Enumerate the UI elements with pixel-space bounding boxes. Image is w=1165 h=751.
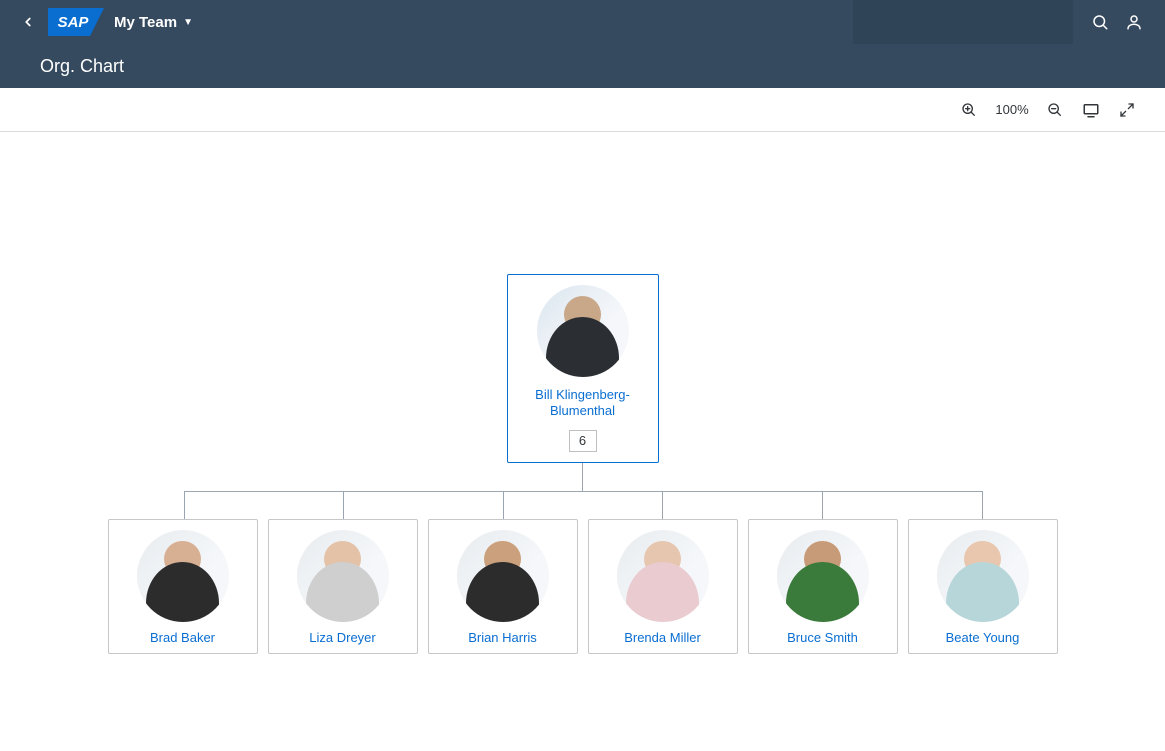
connector-bus <box>184 491 982 519</box>
avatar <box>137 530 229 622</box>
org-node-report[interactable]: Liza Dreyer <box>268 519 418 654</box>
shell-menu-label: My Team <box>114 14 177 31</box>
fit-screen-button[interactable] <box>1081 100 1101 120</box>
chevron-left-icon <box>21 15 35 29</box>
org-node-report[interactable]: Brad Baker <box>108 519 258 654</box>
zoom-in-button[interactable] <box>959 100 979 120</box>
avatar <box>537 285 629 377</box>
org-node-report[interactable]: Brenda Miller <box>588 519 738 654</box>
avatar <box>937 530 1029 622</box>
person-name: Brenda Miller <box>624 630 701 645</box>
user-button[interactable] <box>1117 5 1151 39</box>
org-node-manager[interactable]: Bill Klingenberg-Blumenthal 6 <box>507 274 659 463</box>
org-node-report[interactable]: Bruce Smith <box>748 519 898 654</box>
avatar <box>297 530 389 622</box>
expand-icon <box>1119 102 1135 118</box>
page-title: Org. Chart <box>40 56 124 77</box>
zoom-level-label: 100% <box>995 102 1029 117</box>
zoom-in-icon <box>961 102 977 118</box>
sap-logo: SAP <box>48 8 104 36</box>
chart-toolbar: 100% <box>0 88 1165 132</box>
connector-line <box>582 463 583 491</box>
avatar <box>617 530 709 622</box>
org-node-report[interactable]: Beate Young <box>908 519 1058 654</box>
back-button[interactable] <box>14 8 42 36</box>
zoom-out-button[interactable] <box>1045 100 1065 120</box>
org-node-report[interactable]: Brian Harris <box>428 519 578 654</box>
shell-menu-my-team[interactable]: My Team ▼ <box>114 14 193 31</box>
person-icon <box>1125 13 1143 31</box>
avatar <box>777 530 869 622</box>
person-name: Bruce Smith <box>787 630 858 645</box>
fullscreen-button[interactable] <box>1117 100 1137 120</box>
screen-icon <box>1082 101 1100 119</box>
search-button[interactable] <box>1083 5 1117 39</box>
person-name: Brad Baker <box>150 630 215 645</box>
reports-row: Brad Baker Liza Dreyer Brian Harris Bren… <box>108 519 1058 654</box>
person-name: Brian Harris <box>468 630 537 645</box>
shell-inactive-region <box>853 0 1073 44</box>
shell-header: SAP My Team ▼ <box>0 0 1165 44</box>
page-header: Org. Chart <box>0 44 1165 88</box>
person-name: Liza Dreyer <box>309 630 375 645</box>
direct-reports-badge[interactable]: 6 <box>569 430 597 452</box>
org-chart: Bill Klingenberg-Blumenthal 6 Brad Baker… <box>108 274 1058 654</box>
caret-down-icon: ▼ <box>183 17 193 28</box>
search-icon <box>1091 13 1109 31</box>
org-chart-canvas[interactable]: Bill Klingenberg-Blumenthal 6 Brad Baker… <box>0 132 1165 751</box>
zoom-out-icon <box>1047 102 1063 118</box>
avatar <box>457 530 549 622</box>
person-name: Beate Young <box>946 630 1020 645</box>
person-name: Bill Klingenberg-Blumenthal <box>514 387 652 420</box>
